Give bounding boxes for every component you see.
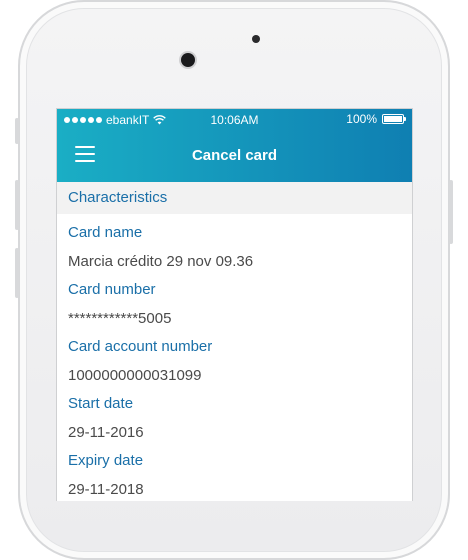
field-card-name: Card name Marcia crédito 29 nov 09.36 — [57, 224, 412, 271]
field-label: Start date — [68, 395, 134, 412]
power-button — [449, 180, 453, 244]
field-start-date: Start date 29-11-2016 — [57, 395, 412, 442]
field-label: Expiry date — [68, 452, 144, 469]
speaker-grille — [252, 35, 260, 43]
field-label: Card name — [68, 224, 143, 241]
battery-icon — [382, 114, 406, 124]
field-label: Card number — [68, 281, 156, 298]
field-value: 29-11-2016 — [68, 424, 144, 441]
front-camera — [181, 53, 195, 67]
status-bar: ebankIT 10:06AM 100% — [57, 109, 412, 131]
page-title: Cancel card — [191, 147, 278, 164]
app-header: ebankIT 10:06AM 100% Cancel card — [57, 109, 412, 182]
card-details-list: Card name Marcia crédito 29 nov 09.36 Ca… — [57, 224, 412, 499]
field-card-number: Card number ************5005 — [57, 281, 412, 328]
section-header-characteristics: Characteristics — [57, 182, 412, 214]
field-label: Card account number — [68, 338, 213, 355]
battery-percentage: 100% — [346, 112, 377, 126]
field-card-account-number: Card account number 1000000000031099 — [57, 338, 412, 385]
field-expiry-date: Expiry date 29-11-2018 — [57, 452, 412, 499]
field-value: ************5005 — [68, 310, 172, 327]
mute-switch — [15, 118, 19, 144]
field-value: 1000000000031099 — [68, 367, 202, 384]
volume-down-button — [15, 248, 19, 298]
field-value: 29-11-2018 — [68, 481, 144, 498]
nav-bar: Cancel card — [57, 131, 412, 182]
phone-screen: ebankIT 10:06AM 100% Cancel card Charact… — [56, 108, 413, 501]
volume-up-button — [15, 180, 19, 230]
field-value: Marcia crédito 29 nov 09.36 — [68, 253, 254, 270]
